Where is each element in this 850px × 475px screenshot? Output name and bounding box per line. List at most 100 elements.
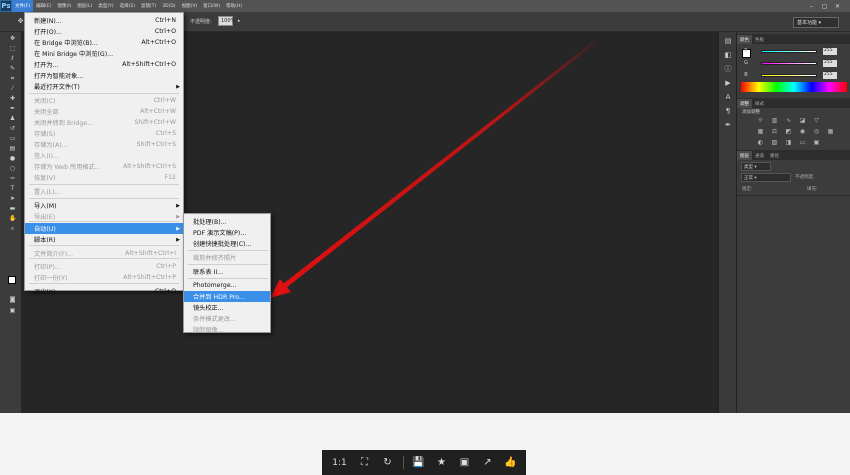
menu-item-label: 打印一份(Y) [34, 275, 68, 282]
character-panel-icon[interactable]: A [723, 92, 733, 102]
slider-b[interactable]: B 255 [741, 71, 847, 79]
menu-item-label: 导入(M) [34, 203, 57, 210]
hue-sat-icon[interactable]: ▦ [757, 128, 764, 135]
file-menu-item: 恢复(V) F12 [25, 172, 183, 183]
slider-g[interactable]: G 255 [741, 59, 847, 67]
save-icon[interactable]: 💾 [411, 457, 427, 468]
slider-r[interactable]: R 255 [741, 47, 847, 55]
automate-menu-item[interactable]: 联系表 II... [184, 266, 270, 277]
gradient-map-icon[interactable]: ▭ [799, 139, 806, 146]
tab-styles[interactable]: 样式 [752, 99, 767, 108]
photo-filter-icon[interactable]: ◉ [799, 128, 806, 135]
automate-menu-item[interactable]: Photomerge... [184, 280, 270, 291]
history-panel-icon[interactable]: ▤ [723, 36, 733, 46]
menu-item-label: 打开为... [34, 62, 59, 69]
submenu-arrow-icon: ▶ [176, 202, 180, 209]
menu-item-shortcut: Alt+Shift+Ctrl+I [125, 250, 176, 257]
menu-item-label: 文件简介(F)... [34, 251, 74, 258]
info-panel-icon[interactable]: ⓘ [723, 64, 733, 74]
selective-color-icon[interactable]: ▣ [813, 139, 820, 146]
tab-channels[interactable]: 通道 [752, 151, 767, 160]
menu-item-shortcut: Alt+Ctrl+O [141, 39, 176, 46]
menu-item-shortcut: Shift+Ctrl+W [134, 119, 176, 126]
fit-window-icon[interactable]: ⛶ [357, 457, 373, 468]
black-white-icon[interactable]: ◩ [785, 128, 792, 135]
brush-panel-icon[interactable]: ✒ [723, 120, 733, 130]
channel-mixer-icon[interactable]: ◎ [813, 128, 820, 135]
file-menu-item[interactable]: 在 Bridge 中浏览(B)... Alt+Ctrl+O [25, 37, 183, 48]
file-menu-item: 存储(S) Ctrl+S [25, 128, 183, 139]
automate-menu-item[interactable]: PDF 演示文稿(P)... [184, 227, 270, 238]
favorite-icon[interactable]: ★ [434, 457, 450, 468]
right-panels: 颜色 色板 R 255 G 255 B 255 调整 样式 添加调整 ☼ ▥ ∿… [736, 32, 850, 413]
posterize-icon[interactable]: ▧ [771, 139, 778, 146]
curves-icon[interactable]: ∿ [785, 117, 792, 124]
file-menu-item[interactable]: 脚本(R) ▶ [25, 234, 183, 245]
blend-mode-select[interactable]: 正常 ▾ [741, 173, 791, 182]
actions-panel-icon[interactable]: ▶ [723, 78, 733, 88]
rotate-icon[interactable]: ↻ [380, 457, 396, 468]
file-menu-item[interactable]: 打开(O)... Ctrl+O [25, 26, 183, 37]
menu-separator [29, 93, 179, 94]
automate-menu-item[interactable]: 批处理(B)... [184, 216, 270, 227]
vibrance-icon[interactable]: ▽ [813, 117, 820, 124]
file-menu-item[interactable]: 自动(U) ▶ [25, 223, 183, 234]
slider-r-value[interactable]: 255 [823, 47, 837, 55]
menu-item-shortcut: Ctrl+N [155, 17, 176, 24]
brightness-icon[interactable]: ☼ [757, 117, 764, 124]
levels-icon[interactable]: ▥ [771, 117, 778, 124]
properties-panel-icon[interactable]: ◧ [723, 50, 733, 60]
tab-layers[interactable]: 图层 [737, 151, 752, 160]
color-spectrum[interactable] [741, 82, 847, 92]
menu-item-label: 导出(E) [34, 214, 56, 221]
layer-kind-filter[interactable]: 类型 ▾ [741, 162, 771, 171]
file-menu-item[interactable]: 在 Mini Bridge 中浏览(G)... [25, 48, 183, 59]
file-menu-item: 关闭全部 Alt+Ctrl+W [25, 106, 183, 117]
exposure-icon[interactable]: ◪ [799, 117, 806, 124]
actual-size-button[interactable]: 1:1 [330, 458, 350, 468]
automate-menu-item[interactable]: 创建快捷批处理(C)... [184, 238, 270, 249]
arrow-shaft [283, 40, 597, 288]
threshold-icon[interactable]: ◨ [785, 139, 792, 146]
slider-g-value[interactable]: 255 [823, 59, 837, 67]
file-menu-item[interactable]: 最近打开文件(T) ▶ [25, 81, 183, 92]
gallery-icon[interactable]: ▣ [457, 457, 473, 468]
file-menu-item[interactable]: 退出(X) Ctrl+Q [25, 286, 183, 297]
color-balance-icon[interactable]: ⚖ [771, 128, 778, 135]
automate-menu-item[interactable]: 合并到 HDR Pro... [184, 291, 270, 302]
layers-list [737, 195, 850, 413]
menu-item-label: 批处理(B)... [193, 219, 227, 226]
menu-item-label: 打开(O)... [34, 29, 62, 36]
file-menu-item[interactable]: 打开为智能对象... [25, 70, 183, 81]
tab-color[interactable]: 颜色 [737, 35, 752, 44]
file-menu-item: 存储为(A)... Shift+Ctrl+S [25, 139, 183, 150]
color-lookup-icon[interactable]: ▦ [827, 128, 834, 135]
file-menu-item[interactable]: 打开为... Alt+Shift+Ctrl+O [25, 59, 183, 70]
submenu-arrow-icon: ▶ [176, 213, 180, 220]
tab-adjustments[interactable]: 调整 [737, 99, 752, 108]
menu-item-label: 关闭(C) [34, 98, 56, 105]
slider-r-track[interactable] [761, 49, 817, 53]
file-menu-item[interactable]: 导入(M) ▶ [25, 200, 183, 211]
menu-separator [29, 198, 179, 199]
tab-swatches[interactable]: 色板 [752, 35, 767, 44]
slider-g-track[interactable] [761, 61, 817, 65]
menu-item-label: 存储为 Web 所用格式... [34, 164, 101, 171]
menu-item-shortcut: Ctrl+W [153, 97, 176, 104]
file-menu-dropdown: 新建(N)... Ctrl+N 打开(O)... Ctrl+O 在 Bridge 中浏览… [24, 12, 184, 296]
file-menu-item[interactable]: 新建(N)... Ctrl+N [25, 15, 183, 26]
menu-item-label: 联系表 II... [193, 269, 224, 276]
submenu-arrow-icon: ▶ [176, 83, 180, 90]
share-icon[interactable]: ↗ [480, 457, 496, 468]
slider-b-value[interactable]: 255 [823, 71, 837, 79]
invert-icon[interactable]: ◐ [757, 139, 764, 146]
menu-separator [29, 283, 179, 284]
like-icon[interactable]: 👍 [503, 457, 519, 468]
file-menu-item: 存储为 Web 所用格式... Alt+Shift+Ctrl+S [25, 161, 183, 172]
paragraph-panel-icon[interactable]: ¶ [723, 106, 733, 116]
automate-menu-item[interactable]: 镜头校正... [184, 302, 270, 313]
menu-item-label: 镜头校正... [193, 305, 224, 312]
tab-paths[interactable]: 路径 [767, 151, 782, 160]
slider-b-track[interactable] [761, 73, 817, 77]
menu-separator [29, 184, 179, 185]
